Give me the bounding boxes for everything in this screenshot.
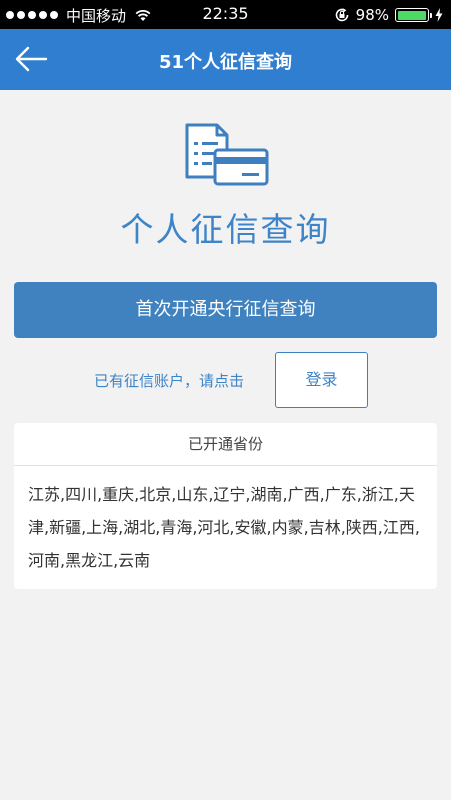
login-hint: 已有征信账户，请点击 [94, 372, 245, 390]
hero-title: 个人征信查询 [120, 210, 331, 249]
battery-icon [395, 8, 432, 22]
document-card-icon [185, 123, 269, 186]
battery-fill [397, 10, 426, 20]
rotation-lock-icon [335, 8, 348, 22]
battery-percent: 98% [355, 6, 389, 24]
page-title: 51个人征信查询 [158, 52, 293, 73]
provinces-card: 已开通省份 江苏,四川,重庆,北京,山东,辽宁,湖南,广西,广东,浙江,天津,新… [14, 423, 437, 589]
login-button[interactable]: 登录 [275, 352, 368, 408]
provinces-list: 江苏,四川,重庆,北京,山东,辽宁,湖南,广西,广东,浙江,天津,新疆,上海,湖… [28, 485, 420, 570]
provinces-header: 已开通省份 [14, 423, 437, 466]
status-bar: 中国移动 22:35 98% [0, 0, 451, 29]
charging-bolt-icon [435, 8, 443, 22]
status-right: 98% [334, 5, 443, 25]
open-credit-query-button[interactable]: 首次开通央行征信查询 [14, 282, 437, 338]
navigation-bar: 51个人征信查询 [0, 29, 451, 90]
